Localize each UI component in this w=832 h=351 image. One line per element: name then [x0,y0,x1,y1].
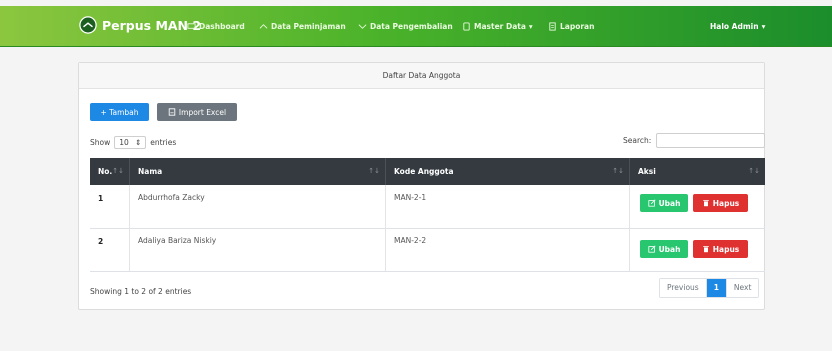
edit-button[interactable]: Ubah [640,240,688,258]
document-icon [549,22,556,31]
pagination: Previous 1 Next [659,278,760,298]
edit-icon [647,245,656,253]
trash-icon [702,200,709,207]
table-info: Showing 1 to 2 of 2 entries [90,287,192,296]
next-button[interactable]: Next [725,279,759,297]
nav-master-data[interactable]: Master Data ▾ [462,22,533,31]
row-nama: Adaliya Bariza Niskiy [130,228,386,271]
table-row: 2 Adaliya Bariza Niskiy MAN-2-2 Ubah Hap… [90,228,765,272]
nav-data-peminjaman-label: Data Peminjaman [271,22,346,31]
caret-down-icon: ▾ [761,22,766,31]
col-nama[interactable]: Nama ↑↓ [130,158,386,185]
col-kode-anggota-label: Kode Anggota [394,167,454,176]
col-no[interactable]: No. ↑↓ [90,158,130,185]
edit-label: Ubah [658,244,681,254]
entries-length-control: Show 10 ⇕ entries [90,136,176,149]
edit-label: Ubah [658,198,681,208]
admin-label: Halo Admin [710,22,759,31]
folder-icon [463,22,470,31]
delete-label: Hapus [712,198,740,208]
nav-laporan-label: Laporan [560,22,595,31]
add-button-label: + Tambah [100,107,139,117]
book-logo-icon [79,16,97,34]
entries-select[interactable]: 10 ⇕ [114,136,147,149]
add-button[interactable]: + Tambah [90,103,149,121]
nav-dashboard-label: Dashboard [199,22,245,31]
trash-icon [702,246,709,253]
search-label: Search: [623,136,652,145]
delete-label: Hapus [712,244,740,254]
page-1-button[interactable]: 1 [705,279,726,297]
import-excel-label: Import Excel [178,107,227,117]
nav-data-pengembalian[interactable]: Data Pengembalian [358,22,453,31]
col-no-label: No. [98,167,113,176]
col-kode-anggota[interactable]: Kode Anggota ↑↓ [386,158,630,185]
sort-icon: ↑↓ [612,167,624,175]
caret-down-icon: ▾ [528,22,533,31]
nav-data-pengembalian-label: Data Pengembalian [370,22,453,31]
nav-data-peminjaman[interactable]: Data Peminjaman [259,22,346,31]
row-no: 1 [90,185,130,228]
admin-menu[interactable]: Halo Admin ▾ [710,22,765,31]
nav-dashboard[interactable]: Dashboard [187,22,245,31]
card-title: Daftar Data Anggota [79,63,764,89]
col-aksi[interactable]: Aksi ↑↓ [630,158,765,185]
table-header: No. ↑↓ Nama ↑↓ Kode Anggota ↑↓ Aksi ↑↓ [90,158,765,185]
row-kode: MAN-2-2 [386,228,630,271]
row-kode: MAN-2-1 [386,185,630,228]
sort-icon: ↑↓ [368,167,380,175]
col-aksi-label: Aksi [638,167,656,176]
entries-select-value: 10 [119,138,129,147]
top-navbar: Perpus MAN 2 Dashboard Data Peminjaman D… [0,6,832,47]
sort-icon: ↑↓ [748,167,760,175]
file-icon [168,108,176,116]
table-row: 1 Abdurrhofa Zacky MAN-2-1 Ubah Hapus [90,185,765,229]
col-nama-label: Nama [138,167,163,176]
chevron-down-icon [358,24,367,29]
previous-button[interactable]: Previous [660,279,706,297]
search-input[interactable] [656,133,765,148]
import-excel-button[interactable]: Import Excel [157,103,237,121]
select-arrows-icon: ⇕ [134,138,142,147]
delete-button[interactable]: Hapus [693,194,748,212]
nav-master-data-label: Master Data [474,22,526,31]
show-label: Show [90,138,111,147]
row-no: 2 [90,228,130,271]
monitor-icon [187,23,196,29]
sort-icon: ↑↓ [112,167,124,175]
edit-button[interactable]: Ubah [640,194,688,212]
nav-laporan[interactable]: Laporan [548,22,594,31]
edit-icon [647,199,656,207]
row-nama: Abdurrhofa Zacky [130,185,386,228]
chevron-up-icon [259,24,268,29]
delete-button[interactable]: Hapus [693,240,748,258]
entries-label: entries [150,138,177,147]
member-card: Daftar Data Anggota + Tambah Import Exce… [78,62,765,310]
